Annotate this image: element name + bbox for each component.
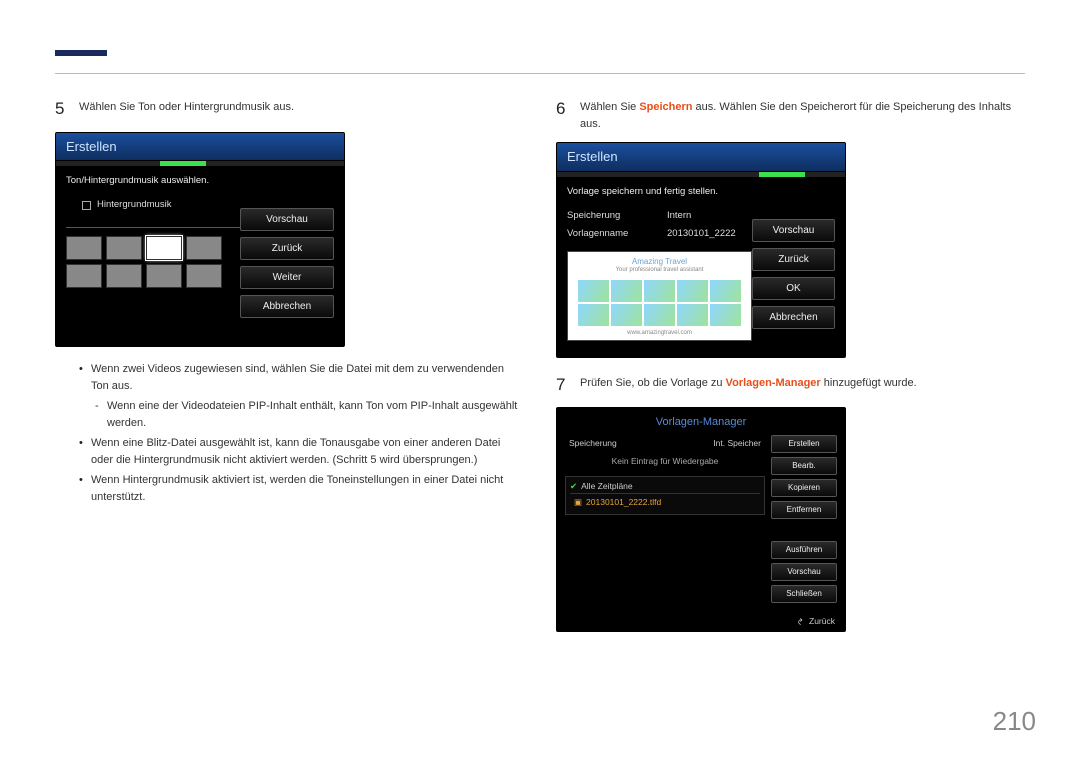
tm-back-hint: ↶Zurück [557, 611, 845, 632]
check-icon: ✔ [570, 481, 577, 491]
tm-preview-button[interactable]: Vorschau [771, 563, 837, 581]
page-number: 210 [993, 706, 1036, 737]
tm-no-entry: Kein Eintrag für Wiedergabe [565, 451, 765, 472]
preview-button[interactable]: Vorschau [752, 219, 835, 242]
step-7: 7 Prüfen Sie, ob die Vorlage zu Vorlagen… [556, 372, 1025, 398]
thumbnail-grid [66, 236, 240, 288]
tm-remove-button[interactable]: Entfernen [771, 501, 837, 519]
tm-run-button[interactable]: Ausführen [771, 541, 837, 559]
bgm-checkbox[interactable]: Hintergrundmusik [82, 198, 240, 212]
step-number: 6 [556, 96, 580, 132]
dialog-title: Erstellen [557, 143, 845, 172]
tm-item[interactable]: ▣20130101_2222.tlfd [570, 493, 760, 511]
step-6: 6 Wählen Sie Speichern aus. Wählen Sie d… [556, 96, 1025, 132]
thumbnail[interactable] [66, 264, 102, 288]
next-button[interactable]: Weiter [240, 266, 334, 289]
tm-close-button[interactable]: Schließen [771, 585, 837, 603]
cancel-button[interactable]: Abbrechen [752, 306, 835, 329]
cancel-button[interactable]: Abbrechen [240, 295, 334, 318]
tm-section-all[interactable]: ✔Alle Zeitpläne ▣20130101_2222.tlfd [565, 476, 765, 515]
progress-bar [56, 161, 344, 166]
checkbox-label: Hintergrundmusik [97, 198, 171, 212]
thumbnail[interactable] [186, 264, 222, 288]
screenshot-erstellen-save: Erstellen Vorlage speichern und fertig s… [556, 142, 846, 358]
thumbnail[interactable] [146, 264, 182, 288]
return-icon: ↶ [795, 617, 808, 624]
header-rule [55, 50, 1025, 74]
preview-url: www.amazingtravel.com [568, 329, 751, 338]
preview-tagline: Your professional travel assistant [568, 266, 751, 275]
thumbnail[interactable] [66, 236, 102, 260]
divider [66, 227, 240, 228]
tm-storage-row: Speicherung Int. Speicher [565, 435, 765, 452]
tm-create-button[interactable]: Erstellen [771, 435, 837, 453]
dialog-subtitle: Vorlage speichern und fertig stellen. [567, 185, 752, 199]
step-text: Prüfen Sie, ob die Vorlage zu Vorlagen-M… [580, 372, 917, 398]
notes-list: Wenn zwei Videos zugewiesen sind, wählen… [79, 361, 524, 505]
tm-copy-button[interactable]: Kopieren [771, 479, 837, 497]
field-storage: SpeicherungIntern [567, 209, 752, 223]
step-5: 5 Wählen Sie Ton oder Hintergrundmusik a… [55, 96, 524, 122]
file-icon: ▣ [574, 497, 582, 507]
right-column: 6 Wählen Sie Speichern aus. Wählen Sie d… [556, 96, 1025, 646]
list-subitem: Wenn eine der Videodateien PIP-Inhalt en… [95, 398, 524, 431]
tm-edit-button[interactable]: Bearb. [771, 457, 837, 475]
field-template-name: Vorlagenname20130101_2222 [567, 227, 752, 241]
screenshot-erstellen-audio: Erstellen Ton/Hintergrundmusik auswählen… [55, 132, 345, 348]
checkbox-icon [82, 201, 91, 210]
back-button[interactable]: Zurück [752, 248, 835, 271]
thumbnail[interactable] [186, 236, 222, 260]
tm-title: Vorlagen-Manager [557, 408, 845, 435]
step-text: Wählen Sie Ton oder Hintergrundmusik aus… [79, 96, 294, 122]
preview-button[interactable]: Vorschau [240, 208, 334, 231]
list-item: Wenn zwei Videos zugewiesen sind, wählen… [79, 361, 524, 394]
thumbnail[interactable] [106, 264, 142, 288]
thumbnail[interactable] [106, 236, 142, 260]
list-item: Wenn Hintergrundmusik aktiviert ist, wer… [79, 472, 524, 505]
dialog-subtitle: Ton/Hintergrundmusik auswählen. [66, 174, 240, 188]
back-button[interactable]: Zurück [240, 237, 334, 260]
list-item: Wenn eine Blitz-Datei ausgewählt ist, ka… [79, 435, 524, 468]
template-preview: Amazing Travel Your professional travel … [567, 251, 752, 341]
step-text: Wählen Sie Speichern aus. Wählen Sie den… [580, 96, 1025, 132]
thumbnail-selected[interactable] [146, 236, 182, 260]
left-column: 5 Wählen Sie Ton oder Hintergrundmusik a… [55, 96, 524, 646]
step-number: 5 [55, 96, 79, 122]
step-number: 7 [556, 372, 580, 398]
ok-button[interactable]: OK [752, 277, 835, 300]
dialog-title: Erstellen [56, 133, 344, 162]
screenshot-template-manager: Vorlagen-Manager Speicherung Int. Speich… [556, 407, 846, 632]
progress-bar [557, 172, 845, 177]
